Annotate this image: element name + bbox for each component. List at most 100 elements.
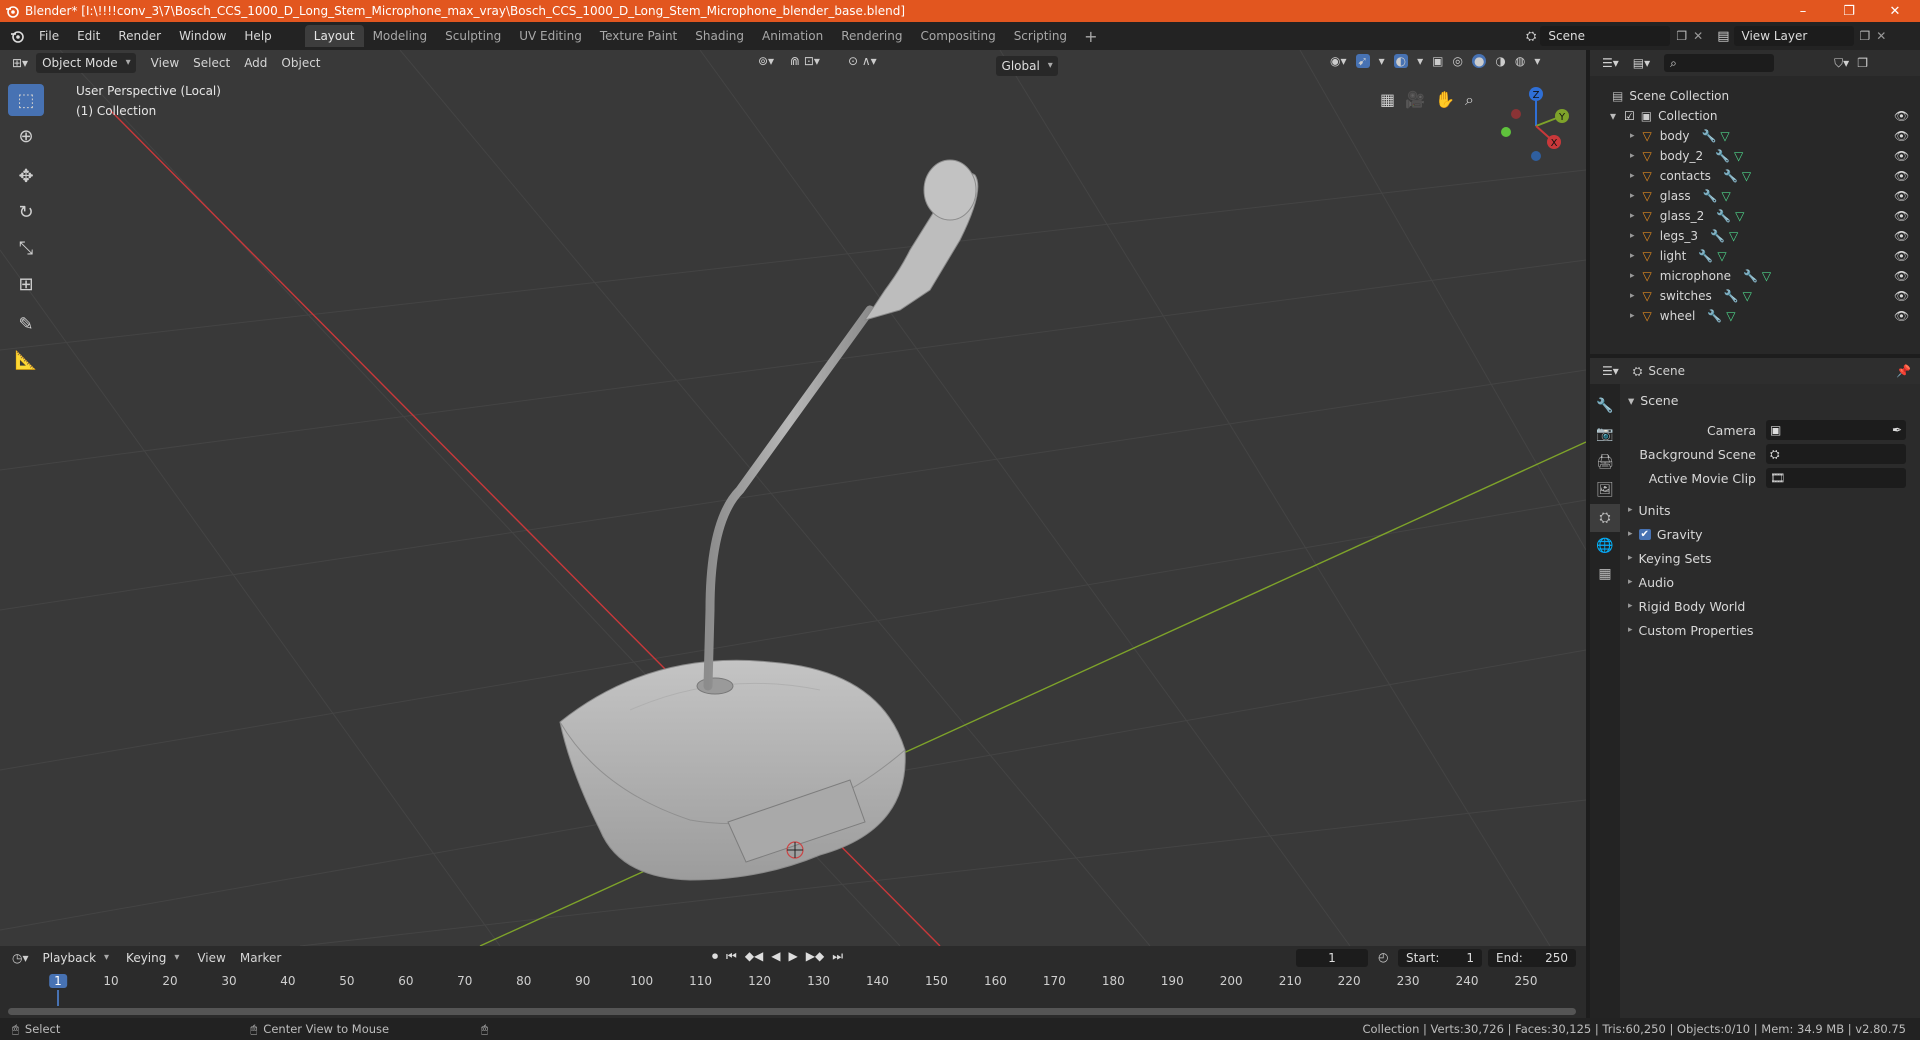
visibility-eye-icon[interactable]: 👁 — [1894, 229, 1909, 243]
object-mode-dropdown[interactable]: Object Mode — [36, 53, 136, 73]
visibility-eye-icon[interactable]: 👁 — [1894, 289, 1909, 303]
remove-scene-icon[interactable]: ✕ — [1693, 29, 1703, 43]
outliner-object-row[interactable]: ▸ ▽ light 🔧 ▽ 👁 — [1590, 246, 1920, 266]
modifier-wrench-icon[interactable]: 🔧 — [1724, 289, 1739, 303]
outliner-object-row[interactable]: ▸ ▽ glass_2 🔧 ▽ 👁 — [1590, 206, 1920, 226]
tab-modeling[interactable]: Modeling — [364, 25, 437, 47]
texture-tab-icon[interactable]: ▦ — [1590, 560, 1620, 588]
collection-visibility-eye-icon[interactable]: 👁 — [1894, 109, 1909, 123]
menu-render[interactable]: Render — [109, 22, 170, 50]
mesh-data-icon[interactable]: ▽ — [1717, 249, 1726, 263]
close-button[interactable]: ✕ — [1872, 0, 1918, 22]
viewport-menu-add[interactable]: Add — [237, 52, 274, 74]
outliner-editor-icon[interactable]: ☰▾ — [1602, 56, 1619, 70]
background-scene-field[interactable]: ⛭ — [1766, 444, 1906, 464]
properties-editor-icon[interactable]: ☰▾ — [1602, 364, 1619, 378]
modifier-wrench-icon[interactable]: 🔧 — [1698, 249, 1713, 263]
zoom-icon[interactable]: ⌕ — [1465, 90, 1474, 110]
tool-tab-icon[interactable]: 🔧 — [1590, 392, 1620, 420]
menu-window[interactable]: Window — [170, 22, 235, 50]
modifier-wrench-icon[interactable]: 🔧 — [1743, 269, 1758, 283]
transform-tool[interactable]: ⊞ — [8, 268, 44, 300]
view-layer-tab-icon[interactable]: 🖼 — [1590, 476, 1620, 504]
move-tool[interactable]: ✥ — [8, 160, 44, 192]
annotate-tool[interactable]: ✎ — [8, 308, 44, 340]
tab-uv-editing[interactable]: UV Editing — [510, 25, 591, 47]
pan-hand-icon[interactable]: ✋ — [1435, 90, 1455, 110]
scene-collection-row[interactable]: ▤ Scene Collection — [1590, 86, 1920, 106]
expand-arrow-icon[interactable]: ▸ — [1630, 191, 1635, 201]
outliner-object-row[interactable]: ▸ ▽ body_2 🔧 ▽ 👁 — [1590, 146, 1920, 166]
mesh-data-icon[interactable]: ▽ — [1726, 309, 1735, 323]
tab-shading[interactable]: Shading — [686, 25, 753, 47]
visibility-eye-icon[interactable]: 👁 — [1894, 189, 1909, 203]
modifier-wrench-icon[interactable]: 🔧 — [1715, 149, 1730, 163]
scene-tab-icon[interactable]: ⛭ — [1590, 504, 1620, 532]
tab-compositing[interactable]: Compositing — [911, 25, 1004, 47]
rendered-shading-icon[interactable]: ◍ — [1515, 54, 1525, 68]
pin-icon[interactable]: 📌 — [1896, 364, 1911, 378]
viewport-menu-select[interactable]: Select — [186, 52, 237, 74]
overlay-dropdown-icon[interactable]: ▾ — [1417, 54, 1423, 68]
outliner-object-row[interactable]: ▸ ▽ contacts 🔧 ▽ 👁 — [1590, 166, 1920, 186]
modifier-wrench-icon[interactable]: 🔧 — [1710, 229, 1725, 243]
expand-arrow-icon[interactable]: ▸ — [1630, 151, 1635, 161]
gravity-checkbox[interactable]: ✔ — [1638, 528, 1651, 540]
modifier-wrench-icon[interactable]: 🔧 — [1716, 209, 1731, 223]
xray-icon[interactable]: ▣ — [1432, 54, 1443, 68]
output-tab-icon[interactable]: 🖨 — [1590, 448, 1620, 476]
new-collection-icon[interactable]: ❐ — [1857, 56, 1868, 70]
snap-icon[interactable]: ⋒ ⊡▾ — [790, 54, 820, 68]
expand-arrow-icon[interactable]: ▸ — [1630, 291, 1635, 301]
expand-arrow-icon[interactable]: ▸ — [1630, 311, 1635, 321]
outliner-object-row[interactable]: ▸ ▽ body 🔧 ▽ 👁 — [1590, 126, 1920, 146]
outliner-object-row[interactable]: ▸ ▽ legs_3 🔧 ▽ 👁 — [1590, 226, 1920, 246]
minimize-button[interactable]: – — [1780, 0, 1826, 22]
scale-tool[interactable]: ⤡ — [8, 232, 44, 264]
toggle-grid-icon[interactable]: ▦ — [1380, 90, 1395, 110]
outliner-object-row[interactable]: ▸ ▽ wheel 🔧 ▽ 👁 — [1590, 306, 1920, 326]
add-workspace-icon[interactable]: + — [1076, 27, 1105, 46]
rotate-tool[interactable]: ↻ — [8, 196, 44, 228]
new-scene-icon[interactable]: ❐ — [1676, 29, 1687, 43]
filter-icon[interactable]: ⛉▾ — [1834, 56, 1849, 71]
tab-scripting[interactable]: Scripting — [1005, 25, 1076, 47]
cursor-tool[interactable]: ⊕ — [8, 120, 44, 152]
new-view-layer-icon[interactable]: ❐ — [1860, 29, 1871, 43]
remove-view-layer-icon[interactable]: ✕ — [1876, 29, 1886, 43]
visibility-eye-icon[interactable]: 👁 — [1894, 209, 1909, 223]
timeline-scrollbar[interactable] — [8, 1008, 1576, 1015]
gizmo-neg-y-axis[interactable] — [1501, 127, 1511, 137]
shading-dropdown-icon[interactable]: ▾ — [1534, 54, 1540, 68]
outliner-object-row[interactable]: ▸ ▽ switches 🔧 ▽ 👁 — [1590, 286, 1920, 306]
maximize-button[interactable]: ❐ — [1826, 0, 1872, 22]
material-shading-icon[interactable]: ◑ — [1495, 54, 1505, 68]
mesh-data-icon[interactable]: ▽ — [1735, 209, 1744, 223]
properties-section-units[interactable]: ▸ Units — [1628, 498, 1918, 522]
expand-arrow-icon[interactable]: ▸ — [1630, 271, 1635, 281]
modifier-wrench-icon[interactable]: 🔧 — [1723, 169, 1738, 183]
outliner-search-input[interactable]: ⌕ — [1664, 54, 1775, 72]
view-layer-icon[interactable]: ▤ — [1717, 29, 1729, 44]
playhead[interactable] — [57, 990, 59, 1006]
pivot-point-icon[interactable]: ⊚▾ — [758, 54, 774, 68]
gizmo-neg-x-axis[interactable] — [1511, 109, 1521, 119]
menu-edit[interactable]: Edit — [68, 22, 109, 50]
camera-view-icon[interactable]: 🎥 — [1405, 90, 1425, 110]
scene-name-field[interactable]: Scene — [1540, 26, 1671, 46]
collection-checkbox[interactable]: ☑ — [1624, 109, 1635, 123]
visibility-eye-icon[interactable]: 👁 — [1894, 149, 1909, 163]
eyedropper-icon[interactable]: ✒ — [1892, 423, 1906, 437]
mesh-data-icon[interactable]: ▽ — [1742, 169, 1751, 183]
world-tab-icon[interactable]: 🌐 — [1590, 532, 1620, 560]
tab-animation[interactable]: Animation — [753, 25, 832, 47]
wireframe-shading-icon[interactable]: ◎ — [1452, 54, 1462, 68]
transform-orientation-dropdown[interactable]: Global — [995, 56, 1058, 76]
gizmo-dropdown-icon[interactable]: ▾ — [1379, 54, 1385, 68]
collection-row[interactable]: ▾ ☑ ▣ Collection 👁 — [1590, 106, 1920, 126]
mesh-data-icon[interactable]: ▽ — [1734, 149, 1743, 163]
mesh-data-icon[interactable]: ▽ — [1762, 269, 1771, 283]
camera-field[interactable]: ▣ ✒ — [1766, 420, 1906, 440]
mesh-data-icon[interactable]: ▽ — [1729, 229, 1738, 243]
expand-arrow-icon[interactable]: ▸ — [1630, 171, 1635, 181]
